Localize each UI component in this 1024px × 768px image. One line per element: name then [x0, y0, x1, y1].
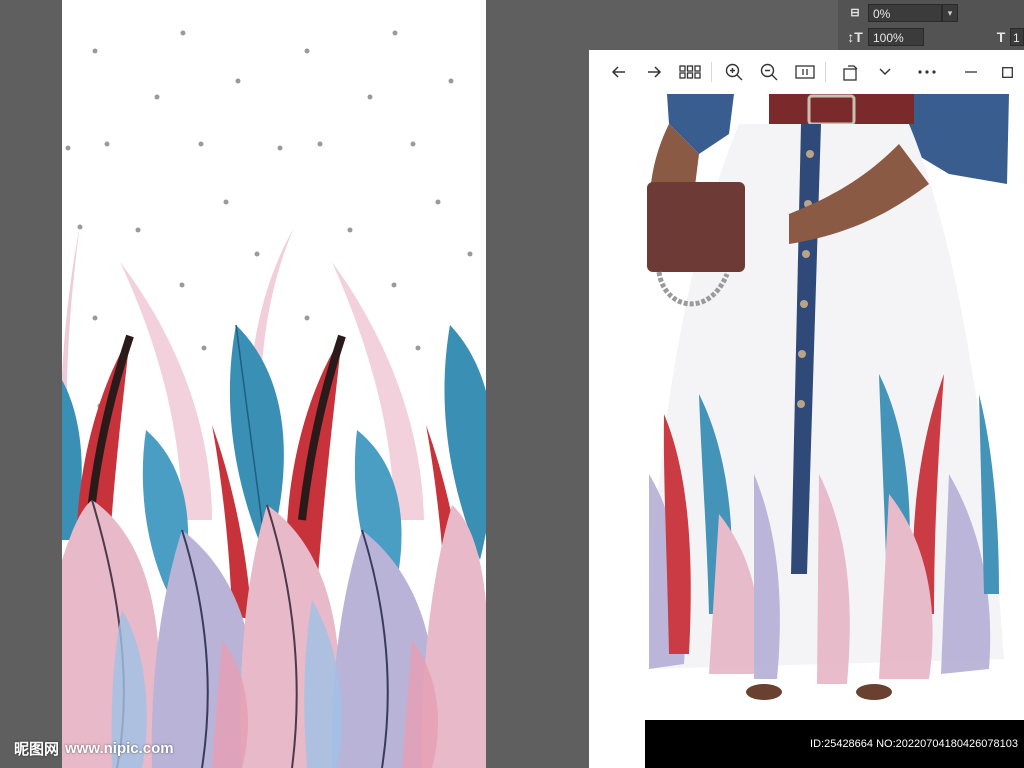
- tracking-dropdown-chevron-icon[interactable]: ▾: [942, 4, 958, 22]
- viewer-toolbar: [589, 50, 1024, 94]
- zoom-in-icon[interactable]: [721, 60, 747, 84]
- watermark-logo-text: 昵图网: [14, 740, 60, 758]
- feather-pattern-artwork: [62, 30, 486, 768]
- toolbar-divider: [711, 62, 712, 82]
- belt: [769, 94, 914, 124]
- maximize-icon[interactable]: [994, 60, 1020, 84]
- tracking-input[interactable]: 0%: [868, 4, 942, 22]
- artwork-canvas: [62, 0, 486, 768]
- horizontal-scale-icon: T: [996, 29, 1006, 45]
- forward-arrow-icon[interactable]: [641, 60, 667, 84]
- rotate-icon[interactable]: [838, 60, 864, 84]
- nipic-watermark: 昵图网 www.nipic.com: [14, 736, 174, 760]
- chevron-down-icon[interactable]: [872, 60, 898, 84]
- right-foot: [856, 684, 892, 700]
- tracking-icon: ⊟: [850, 7, 860, 19]
- left-foot: [746, 684, 782, 700]
- zoom-out-icon[interactable]: [756, 60, 782, 84]
- vertical-scale-input[interactable]: 100%: [868, 28, 924, 46]
- handbag: [647, 182, 745, 272]
- more-options-icon[interactable]: [914, 60, 940, 84]
- minimize-icon[interactable]: [958, 60, 984, 84]
- vertical-scale-icon: ↕T: [847, 29, 863, 45]
- tracking-row: ⊟ 0% ▾: [838, 2, 1024, 24]
- back-arrow-icon[interactable]: [606, 60, 632, 84]
- grid-view-icon[interactable]: [677, 60, 703, 84]
- fit-to-window-icon[interactable]: [792, 60, 818, 84]
- image-viewer-window: ID:25428664 NO:20220704180426078103: [589, 50, 1024, 768]
- feather-print-dress-illustration: [589, 94, 1024, 720]
- dress-photo: [589, 94, 1024, 720]
- toolbar-divider: [825, 62, 826, 82]
- horizontal-scale-input[interactable]: 1: [1010, 28, 1024, 46]
- vertical-scale-row: ↕T 100% T 1: [838, 26, 1024, 48]
- image-id-text: ID:25428664 NO:20220704180426078103: [810, 738, 1018, 750]
- image-id-bar: ID:25428664 NO:20220704180426078103: [645, 720, 1024, 768]
- watermark-url-text: www.nipic.com: [65, 739, 174, 757]
- foreground-feathers: [62, 499, 486, 768]
- photoshop-character-panel: ⊟ 0% ▾ ↕T 100% T 1: [838, 0, 1024, 50]
